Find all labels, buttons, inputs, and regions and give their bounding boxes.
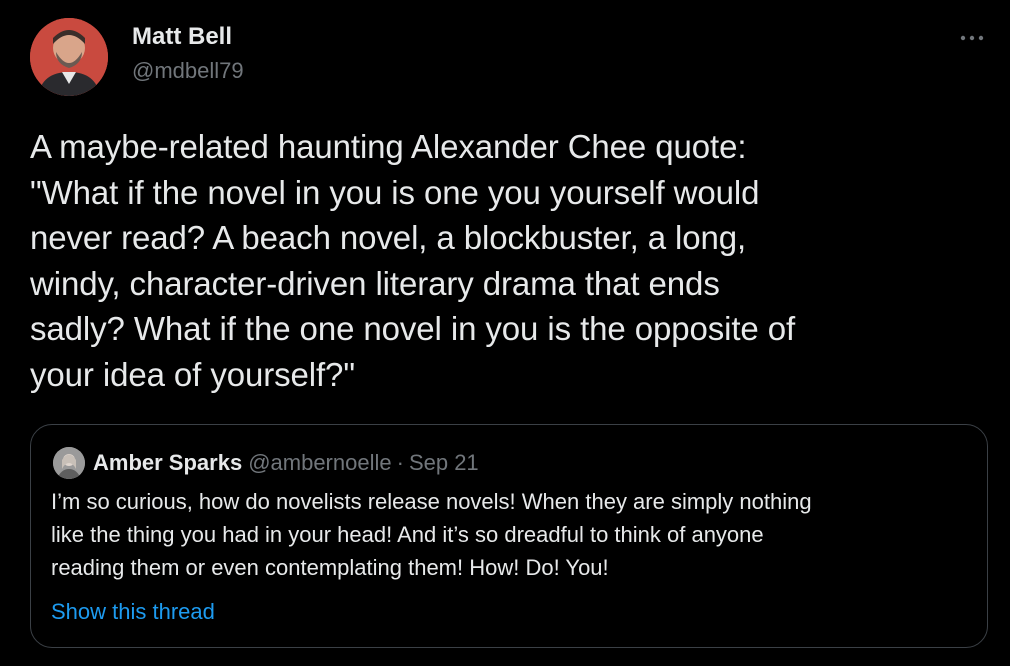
quoted-author-avatar [53, 447, 85, 479]
author-avatar[interactable] [30, 18, 108, 96]
separator-dot: · [396, 450, 404, 475]
quoted-tweet-text: I’m so curious, how do novelists release… [51, 489, 812, 580]
profile-photo-icon [30, 18, 108, 96]
quoted-tweet-date: Sep 21 [408, 450, 479, 475]
ellipsis-icon[interactable] [958, 28, 986, 48]
show-thread-link[interactable]: Show this thread [51, 595, 215, 628]
tweet-text: A maybe-related haunting Alexander Chee … [30, 128, 796, 393]
author-names: Matt Bell @mdbell79 [132, 22, 244, 86]
tweet: Matt Bell @mdbell79 A maybe-related haun… [0, 0, 1010, 666]
quoted-tweet-header: Amber Sparks @ambernoelle · Sep 21 [53, 447, 479, 479]
quoted-author-handle: @ambernoelle [248, 450, 392, 475]
profile-photo-icon [53, 447, 85, 479]
author-display-name[interactable]: Matt Bell [132, 22, 244, 52]
quoted-author-display-name: Amber Sparks [93, 450, 243, 475]
tweet-header: Matt Bell @mdbell79 [30, 18, 244, 96]
quoted-tweet[interactable]: Amber Sparks @ambernoelle · Sep 21 I’m s… [30, 424, 988, 648]
author-handle[interactable]: @mdbell79 [132, 56, 244, 86]
